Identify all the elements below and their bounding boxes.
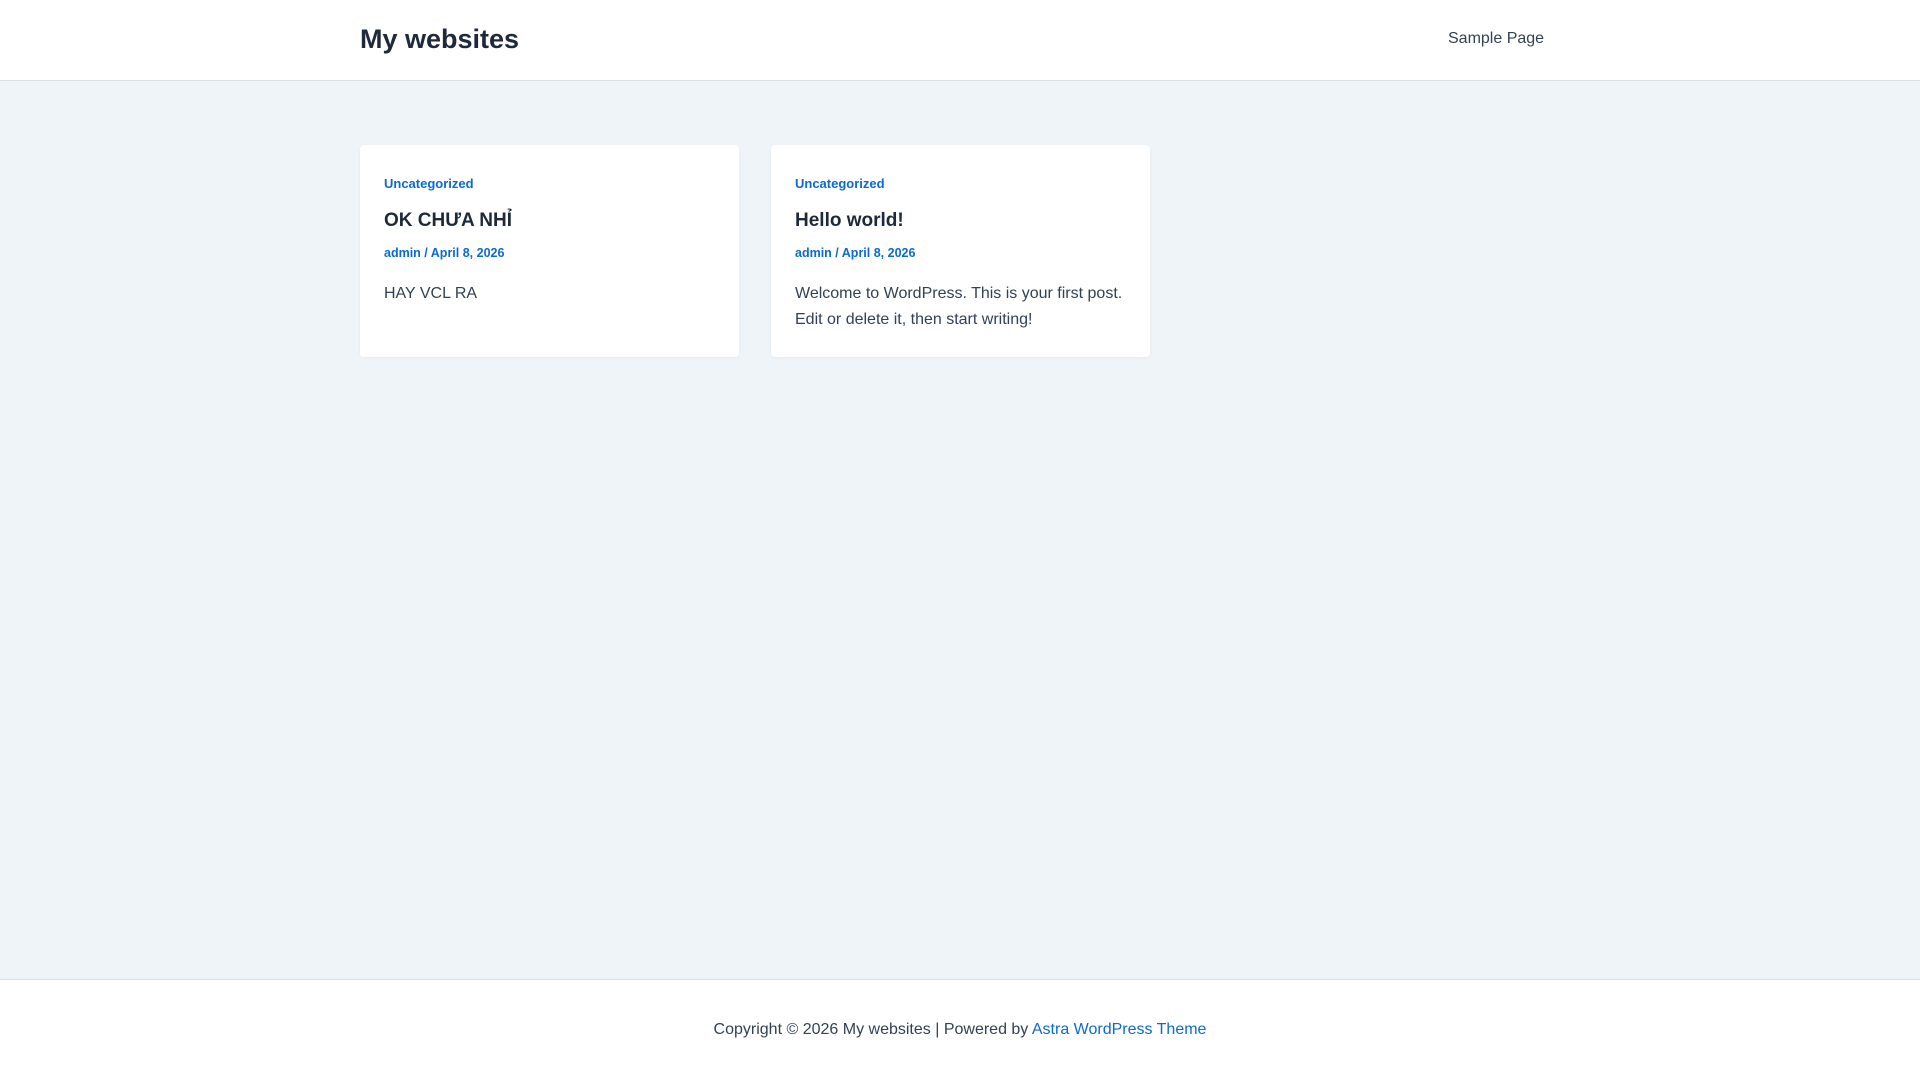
site-title[interactable]: My websites (360, 22, 519, 56)
post-card: Uncategorized OK CHƯA NHỈ admin / April … (360, 145, 739, 357)
post-meta: admin / April 8, 2026 (795, 245, 915, 261)
post-title[interactable]: OK CHƯA NHỈ (384, 209, 512, 233)
meta-separator: / (420, 246, 431, 260)
copyright-text: Copyright © 2026 My websites | Powered b… (713, 1021, 1032, 1038)
post-meta: admin / April 8, 2026 (384, 245, 504, 261)
post-date-link[interactable]: April 8, 2026 (431, 246, 505, 260)
post-excerpt: HAY VCL RA (384, 285, 478, 302)
theme-credit-link[interactable]: Astra WordPress Theme (1032, 1021, 1207, 1038)
nav-item-sample-page[interactable]: Sample Page (1448, 29, 1544, 49)
post-title[interactable]: Hello world! (795, 209, 904, 233)
site-header: My websites Sample Page (0, 0, 1920, 81)
site-footer: Copyright © 2026 My websites | Powered b… (0, 979, 1920, 1080)
main-content: Uncategorized OK CHƯA NHỈ admin / April … (0, 81, 1920, 979)
post-date-link[interactable]: April 8, 2026 (842, 246, 916, 260)
post-card: Uncategorized Hello world! admin / April… (771, 145, 1150, 357)
post-author-link[interactable]: admin (384, 246, 421, 260)
post-category-link[interactable]: Uncategorized (384, 176, 474, 192)
post-author-link[interactable]: admin (795, 246, 832, 260)
footer-copyright: Copyright © 2026 My websites | Powered b… (0, 1020, 1920, 1040)
post-category-link[interactable]: Uncategorized (795, 176, 885, 192)
meta-separator: / (831, 246, 842, 260)
post-excerpt: Welcome to WordPress. This is your first… (795, 285, 1123, 328)
